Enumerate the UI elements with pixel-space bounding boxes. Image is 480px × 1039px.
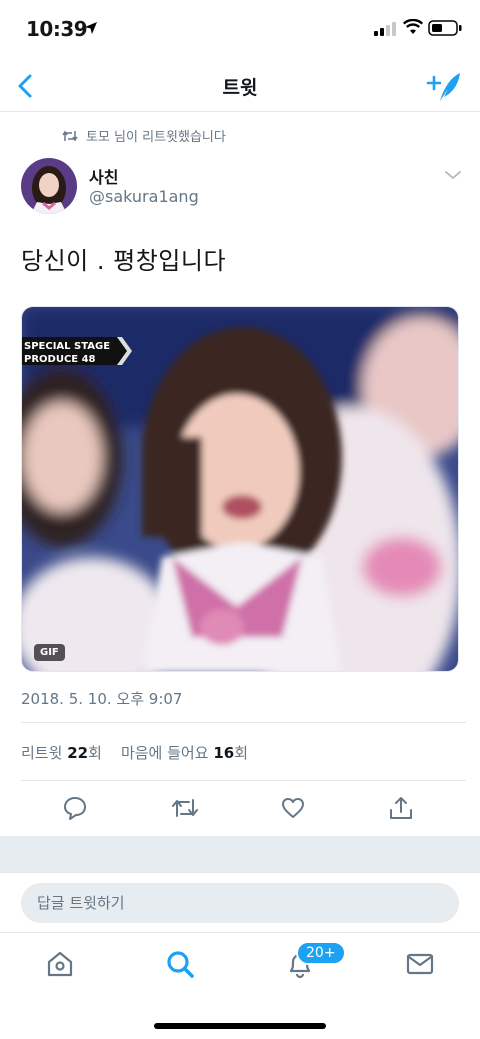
divider [21,722,466,723]
chevron-down-icon[interactable] [444,169,462,181]
likes-unit: 회 [234,744,248,762]
retweet-icon [62,130,78,141]
cellular-signal-icon [374,22,396,36]
tweet-text: 당신이 . 평창입니다 [21,247,227,275]
retweet-context[interactable]: 토모 님이 리트윗했습니다 [62,126,226,145]
compose-tweet-icon[interactable] [426,70,462,104]
media-overlay-line1: SPECIAL STAGE [24,341,110,352]
tweet-media-gif[interactable]: SPECIAL STAGE PRODUCE 48 GIF [21,306,459,672]
home-icon[interactable] [45,949,75,979]
author-display-name[interactable]: 사친 [89,164,118,188]
retweets-unit: 회 [88,744,102,762]
messages-envelope-icon[interactable] [405,949,435,979]
search-icon[interactable] [165,949,195,979]
section-separator [0,836,480,872]
status-bar: 10:39 [0,0,480,60]
share-icon[interactable] [388,795,414,821]
likes-count: 16 [213,744,235,762]
wifi-icon [403,19,423,34]
tweet-stats: 리트윗 22회 마음에 들어요 16회 [21,742,248,763]
media-overlay-line2: PRODUCE 48 [24,354,96,365]
author-handle[interactable]: @sakura1ang [89,187,199,206]
reply-bar: 답글 트윗하기 [0,872,480,932]
likes-label: 마음에 들어요 [120,744,209,762]
nav-bar: 트윗 [0,60,480,112]
likes-stat[interactable]: 마음에 들어요 16회 [121,744,248,762]
tweet-actions [0,780,480,836]
retweet-context-text: 토모 님이 리트윗했습니다 [86,130,226,145]
location-arrow-icon [85,22,97,34]
battery-icon [428,20,462,36]
page-title: 트윗 [222,77,258,99]
gif-frame: SPECIAL STAGE PRODUCE 48 [22,307,458,671]
retweet-icon[interactable] [171,795,199,821]
avatar[interactable] [21,158,77,214]
reply-input[interactable]: 답글 트윗하기 [21,883,459,923]
notification-badge: 20+ [296,941,346,965]
status-time: 10:39 [26,17,88,41]
retweets-stat[interactable]: 리트윗 22회 [21,744,102,762]
retweets-label: 리트윗 [21,744,63,762]
retweets-count: 22 [67,744,89,762]
reply-icon[interactable] [62,795,88,821]
gif-badge: GIF [34,644,65,661]
home-indicator [154,1023,326,1029]
heart-icon[interactable] [280,795,306,821]
tab-bar: 20+ [0,932,480,1039]
tweet-timestamp: 2018. 5. 10. 오후 9:07 [21,690,183,708]
